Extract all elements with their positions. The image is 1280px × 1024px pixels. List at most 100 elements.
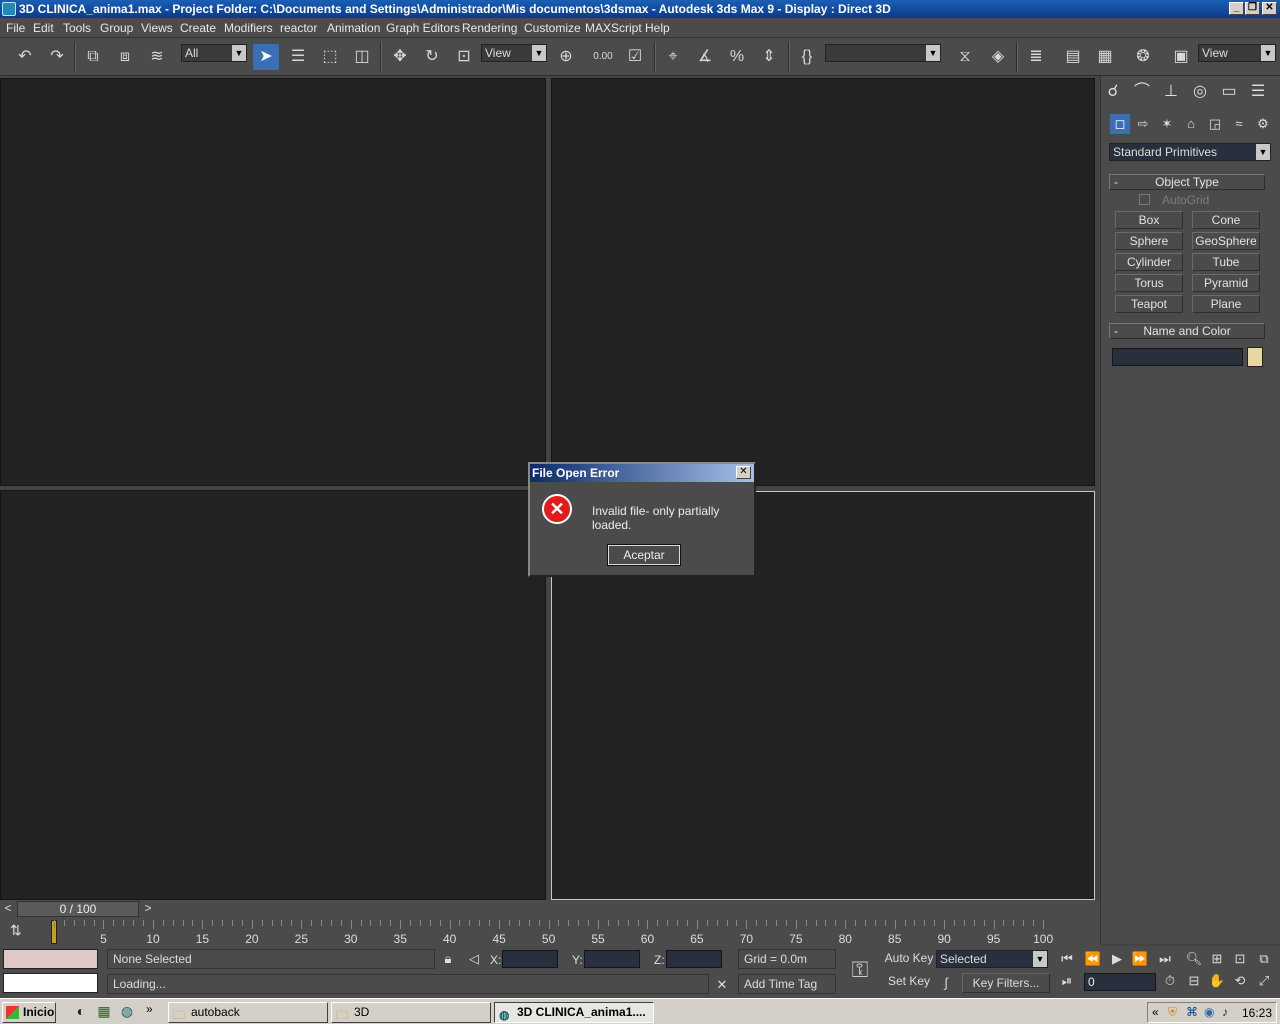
object-type-rollout-header[interactable]: - Object Type bbox=[1109, 174, 1265, 190]
create-tab-icon[interactable]: ☌ bbox=[1103, 82, 1123, 102]
current-frame-field[interactable]: 0 bbox=[1084, 973, 1156, 991]
curve-editor-icon[interactable]: ▤ bbox=[1060, 44, 1086, 70]
window-crossing-icon[interactable]: ◫ bbox=[349, 44, 375, 70]
viewport-top-right[interactable] bbox=[551, 78, 1095, 486]
time-slider-next-button[interactable]: > bbox=[140, 901, 156, 917]
percent-snap-toggle-icon[interactable]: % bbox=[724, 44, 750, 70]
maximize-viewport-icon[interactable]: ⤢ bbox=[1254, 971, 1274, 991]
mini-curve-editor-icon[interactable]: ⇅ bbox=[10, 922, 30, 942]
add-time-tag-icon[interactable]: ✕ bbox=[712, 975, 732, 995]
close-window-button[interactable]: ✕ bbox=[1262, 2, 1277, 15]
systems-category-icon[interactable]: ⚙ bbox=[1253, 114, 1273, 134]
scale-icon[interactable]: ⊡ bbox=[451, 44, 477, 70]
undo-icon[interactable]: ↶ bbox=[12, 44, 38, 70]
set-key-button[interactable]: Set Key bbox=[884, 974, 934, 992]
named-selection-sets-dropdown[interactable]: ▼ bbox=[825, 44, 941, 62]
key-filters-button[interactable]: Key Filters... bbox=[962, 973, 1050, 993]
menu-customize[interactable]: Customize bbox=[524, 21, 581, 35]
menu-file[interactable]: File bbox=[6, 21, 25, 35]
reference-coordinate-dropdown[interactable]: View ▼ bbox=[481, 44, 547, 62]
geometry-category-icon[interactable]: ◻ bbox=[1110, 114, 1130, 134]
cone-button[interactable]: Cone bbox=[1192, 211, 1260, 229]
restore-button[interactable]: ❐ bbox=[1245, 2, 1260, 15]
taskbar-item-3dsmax[interactable]: ◍ 3D CLINICA_anima1.... bbox=[494, 1002, 654, 1023]
window-title-bar[interactable]: 3D CLINICA_anima1.max - Project Folder: … bbox=[0, 0, 1280, 18]
field-of-view-icon[interactable]: ⊟ bbox=[1184, 971, 1204, 991]
taskbar-item-autoback[interactable]: 🗀 autoback bbox=[168, 1002, 328, 1023]
zoom-extents-icon[interactable]: ⊡ bbox=[1230, 949, 1250, 969]
space-warps-category-icon[interactable]: ≈ bbox=[1229, 114, 1249, 134]
utilities-tab-icon[interactable]: ☰ bbox=[1248, 82, 1268, 102]
object-name-field[interactable] bbox=[1112, 348, 1243, 366]
unlink-selection-icon[interactable]: ⧈ bbox=[112, 44, 138, 70]
primitive-category-dropdown[interactable]: Standard Primitives ▼ bbox=[1109, 143, 1271, 161]
taskbar-item-3d[interactable]: 🗀 3D bbox=[331, 1002, 491, 1023]
menu-modifiers[interactable]: Modifiers bbox=[224, 21, 273, 35]
next-frame-icon[interactable]: ⏩ bbox=[1130, 949, 1150, 969]
minimize-button[interactable]: _ bbox=[1229, 2, 1244, 15]
bind-to-space-warp-icon[interactable]: ≋ bbox=[144, 44, 170, 70]
pivot-center-icon[interactable]: ⊕ bbox=[553, 44, 579, 70]
start-button[interactable]: Inicio bbox=[2, 1002, 56, 1023]
menu-rendering[interactable]: Rendering bbox=[462, 21, 517, 35]
dialog-title-bar[interactable]: File Open Error bbox=[530, 464, 754, 482]
tray-chevron[interactable]: « bbox=[1152, 1005, 1159, 1019]
antivirus-icon[interactable]: ◉ bbox=[1204, 1005, 1214, 1019]
security-shield-icon[interactable]: ⛨ bbox=[1168, 1005, 1177, 1020]
helpers-category-icon[interactable]: ◲ bbox=[1205, 114, 1225, 134]
layer-manager-icon[interactable]: ≣ bbox=[1023, 44, 1049, 70]
zoom-extents-all-icon[interactable]: ⧉ bbox=[1254, 949, 1274, 969]
z-coordinate-field[interactable] bbox=[666, 950, 722, 968]
mirror-icon[interactable]: ⧖ bbox=[952, 44, 978, 70]
hierarchy-tab-icon[interactable]: ⊥ bbox=[1161, 82, 1181, 102]
viewport-bottom-left[interactable] bbox=[0, 490, 546, 900]
menu-animation[interactable]: Animation bbox=[327, 21, 380, 35]
quicklaunch-chevron[interactable]: » bbox=[146, 1002, 153, 1016]
schematic-view-icon[interactable]: ▦ bbox=[1092, 44, 1118, 70]
play-icon[interactable]: ▶ bbox=[1107, 949, 1127, 969]
move-icon[interactable]: ✥ bbox=[387, 44, 413, 70]
y-coordinate-field[interactable] bbox=[584, 950, 640, 968]
arc-rotate-icon[interactable]: ⟲ bbox=[1230, 971, 1250, 991]
redo-icon[interactable]: ↷ bbox=[44, 44, 70, 70]
zoom-all-icon[interactable]: ⊞ bbox=[1207, 949, 1227, 969]
cylinder-button[interactable]: Cylinder bbox=[1115, 253, 1183, 271]
excel-quicklaunch-icon[interactable]: ▦ bbox=[95, 1003, 113, 1021]
render-type-dropdown[interactable]: View ▼ bbox=[1198, 44, 1276, 62]
shapes-category-icon[interactable]: ⇨ bbox=[1133, 114, 1153, 134]
menu-tools[interactable]: Tools bbox=[63, 21, 91, 35]
menu-reactor[interactable]: reactor bbox=[280, 21, 317, 35]
lock-selection-icon[interactable]: 🔒︎ bbox=[438, 949, 458, 969]
go-to-start-icon[interactable]: ⏮ bbox=[1057, 949, 1077, 969]
key-mode-dropdown[interactable]: Selected ▼ bbox=[936, 950, 1048, 968]
maxscript-input-mini[interactable] bbox=[3, 973, 98, 993]
menu-edit[interactable]: Edit bbox=[33, 21, 54, 35]
viewport-top-left[interactable] bbox=[0, 78, 546, 486]
time-slider-prev-button[interactable]: < bbox=[0, 901, 16, 917]
time-configuration-icon[interactable]: ⏱ bbox=[1160, 971, 1180, 991]
zoom-icon[interactable]: 🔍︎ bbox=[1184, 949, 1204, 969]
torus-button[interactable]: Torus bbox=[1115, 274, 1183, 292]
menu-help[interactable]: Help bbox=[645, 21, 670, 35]
rotate-icon[interactable]: ↻ bbox=[419, 44, 445, 70]
menu-graph-editors[interactable]: Graph Editors bbox=[386, 21, 460, 35]
firefox-quicklaunch-icon[interactable]: ◐ bbox=[72, 1003, 90, 1021]
cameras-category-icon[interactable]: ⌂ bbox=[1181, 114, 1201, 134]
teapot-button[interactable]: Teapot bbox=[1115, 295, 1183, 313]
angle-snap-icon[interactable]: ∡ bbox=[692, 44, 718, 70]
geosphere-button[interactable]: GeoSphere bbox=[1192, 232, 1260, 250]
select-by-name-icon[interactable]: ☰ bbox=[285, 44, 311, 70]
spinner-snap-icon[interactable]: ⇕ bbox=[756, 44, 782, 70]
tube-button[interactable]: Tube bbox=[1192, 253, 1260, 271]
box-button[interactable]: Box bbox=[1115, 211, 1183, 229]
edit-named-selection-icon[interactable]: {} bbox=[794, 44, 820, 70]
key-mode-toggle-icon[interactable]: ⏯ bbox=[1057, 971, 1077, 991]
motion-tab-icon[interactable]: ◎ bbox=[1190, 82, 1210, 102]
go-to-end-icon[interactable]: ⏭ bbox=[1155, 949, 1175, 969]
percent-snap-icon[interactable]: 0.00 bbox=[590, 44, 616, 70]
snap-toggle-icon[interactable]: ⌖ bbox=[660, 44, 686, 70]
select-object-icon[interactable]: ➤ bbox=[253, 44, 279, 70]
align-icon[interactable]: ◈ bbox=[985, 44, 1011, 70]
maxscript-listener-mini[interactable] bbox=[3, 949, 98, 969]
select-and-link-icon[interactable]: ⧉ bbox=[80, 44, 106, 70]
